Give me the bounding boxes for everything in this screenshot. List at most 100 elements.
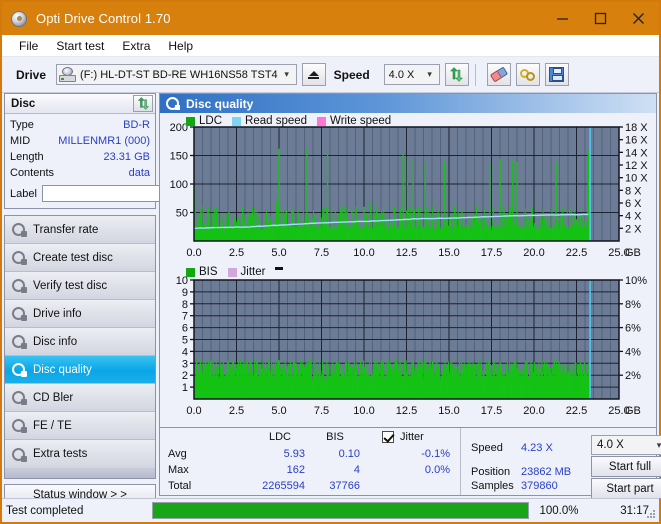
refresh-icon [137,97,149,110]
disc-value-length: 23.31 GB [103,151,150,163]
legend-label-read-speed: Read speed [245,115,308,127]
save-button[interactable] [544,63,569,86]
svg-text:12 X: 12 X [625,160,648,172]
sidebar-item-transfer-rate[interactable]: Transfer rate [5,216,155,244]
svg-text:GB: GB [625,405,641,417]
ldc-chart: LDC Read speed Write speed 50 100 150 200 2 … [160,113,656,266]
bis-chart-svg: 123456789102%4%6%8%10%0.0 2.5 5.0 7.5 10.0 12… [176,275,647,417]
disc-test-icon [11,334,27,349]
svg-text:12.5: 12.5 [396,247,417,259]
status-message: Test completed [6,504,84,517]
disc-refresh-button[interactable] [133,95,153,112]
svg-text:2%: 2% [625,370,641,382]
sidebar-item-verify-test-disc[interactable]: Verify test disc [5,272,155,300]
speed-select[interactable]: 4.0 X ▾ [383,64,440,85]
menu-extra[interactable]: Extra [113,37,159,55]
sidebar-item-disc-quality[interactable]: Disc quality [5,356,155,384]
drive-toolbar: Drive (F:) HL-DT-ST BD-RE WH16NS58 TST4 … [2,57,659,93]
sidebar-label-verify-test-disc: Verify test disc [33,279,108,292]
window-controls [543,2,657,35]
disc-quality-icon [166,97,180,110]
disc-test-icon [11,222,27,237]
chevron-down-icon: ▾ [427,69,432,79]
start-full-button[interactable]: Start full [591,456,661,477]
stats-max-ldc: 162 [286,464,305,476]
speed-label: Speed [333,67,370,82]
stats-row-max-label: Max [168,464,189,476]
menu-start-test[interactable]: Start test [47,37,113,55]
start-part-button[interactable]: Start part [591,478,661,499]
menu-bar: File Start test Extra Help [2,35,659,57]
minimize-icon[interactable] [543,2,581,35]
legend-label-jitter: Jitter [240,266,266,278]
stats-table: LDC BIS Jitter Avg 5.93 0.10 -0.1% Max 1… [160,428,460,495]
stats-row-avg-label: Avg [168,448,187,460]
samples-label: Samples [471,480,514,492]
sidebar-item-cd-bler[interactable]: CD Bler [5,384,155,412]
sidebar-item-create-test-disc[interactable]: Create test disc [5,244,155,272]
jitter-checkbox[interactable] [382,431,394,443]
svg-text:22.5: 22.5 [566,405,587,417]
refresh-button[interactable] [444,63,469,86]
menu-help[interactable]: Help [159,37,202,55]
sidebar-item-extra-tests[interactable]: Extra tests [5,440,155,468]
eject-button[interactable] [301,63,326,86]
sidebar-item-drive-info[interactable]: Drive info [5,300,155,328]
svg-text:12.5: 12.5 [396,405,417,417]
disc-value-mid: MILLENMR1 (000) [58,135,150,147]
disc-value-contents: data [128,167,150,179]
svg-text:8 X: 8 X [625,185,642,197]
disc-row-length: Length 23.31 GB [10,149,150,165]
svg-text:0.0: 0.0 [186,405,201,417]
chevron-down-icon: ▾ [656,439,661,450]
progress-percent: 100.0% [539,504,579,517]
resize-grip[interactable] [646,509,656,519]
disc-quality-panel: Disc quality LDC Read speed Write speed … [159,93,661,499]
samples-value: 379860 [521,480,558,492]
disc-panel: Disc Type BD-R MID MILLENMR1 (000) Lengt… [4,93,243,209]
svg-text:17.5: 17.5 [481,405,502,417]
svg-text:10 X: 10 X [625,173,648,185]
save-icon [549,67,565,82]
speed-readout-value: 4.23 X [521,442,553,454]
stats-area: LDC BIS Jitter Avg 5.93 0.10 -0.1% Max 1… [160,427,661,499]
app-disc-icon [10,10,28,28]
svg-text:4: 4 [182,346,188,358]
menu-file[interactable]: File [10,37,47,55]
bis-chart-legend: BIS Jitter [186,266,284,278]
stats-row-total-label: Total [168,480,192,492]
disc-info-rows: Type BD-R MID MILLENMR1 (000) Length 23.… [5,114,243,208]
svg-text:18 X: 18 X [625,122,648,134]
svg-text:7.5: 7.5 [314,405,329,417]
drive-select[interactable]: (F:) HL-DT-ST BD-RE WH16NS58 TST4 ▾ [56,64,297,85]
legend-label-bis: BIS [199,266,218,278]
disc-test-icon [11,390,27,405]
disc-key-mid: MID [10,135,31,147]
rings-button[interactable] [515,63,540,86]
disc-row-mid: MID MILLENMR1 (000) [10,133,150,149]
svg-text:16 X: 16 X [625,135,648,147]
sidebar-item-fe-te[interactable]: FE / TE [5,412,155,440]
erase-button[interactable] [486,63,511,86]
svg-text:10.0: 10.0 [353,247,374,259]
disc-test-icon [11,250,27,265]
rings-icon [519,68,536,82]
maximize-icon[interactable] [581,2,619,35]
test-speed-select[interactable]: 4.0 X ▾ [591,435,661,455]
speed-readout-label: Speed [471,442,503,454]
sidebar-item-disc-info[interactable]: Disc info [5,328,155,356]
svg-text:6%: 6% [625,323,641,335]
legend-swatch-ldc [186,116,195,126]
svg-text:9: 9 [182,287,188,299]
progress-bar [152,502,529,519]
svg-text:20.0: 20.0 [523,405,544,417]
svg-text:4 X: 4 X [625,211,642,223]
close-icon[interactable] [619,2,657,35]
svg-text:0.0: 0.0 [186,247,201,259]
disc-panel-title: Disc [11,97,36,110]
sidebar-label-extra-tests: Extra tests [33,448,88,460]
svg-text:100: 100 [170,179,188,191]
status-bar: Test completed 100.0% 31:17 [2,498,659,522]
position-label: Position [471,466,511,478]
toolbar-divider [474,63,476,86]
